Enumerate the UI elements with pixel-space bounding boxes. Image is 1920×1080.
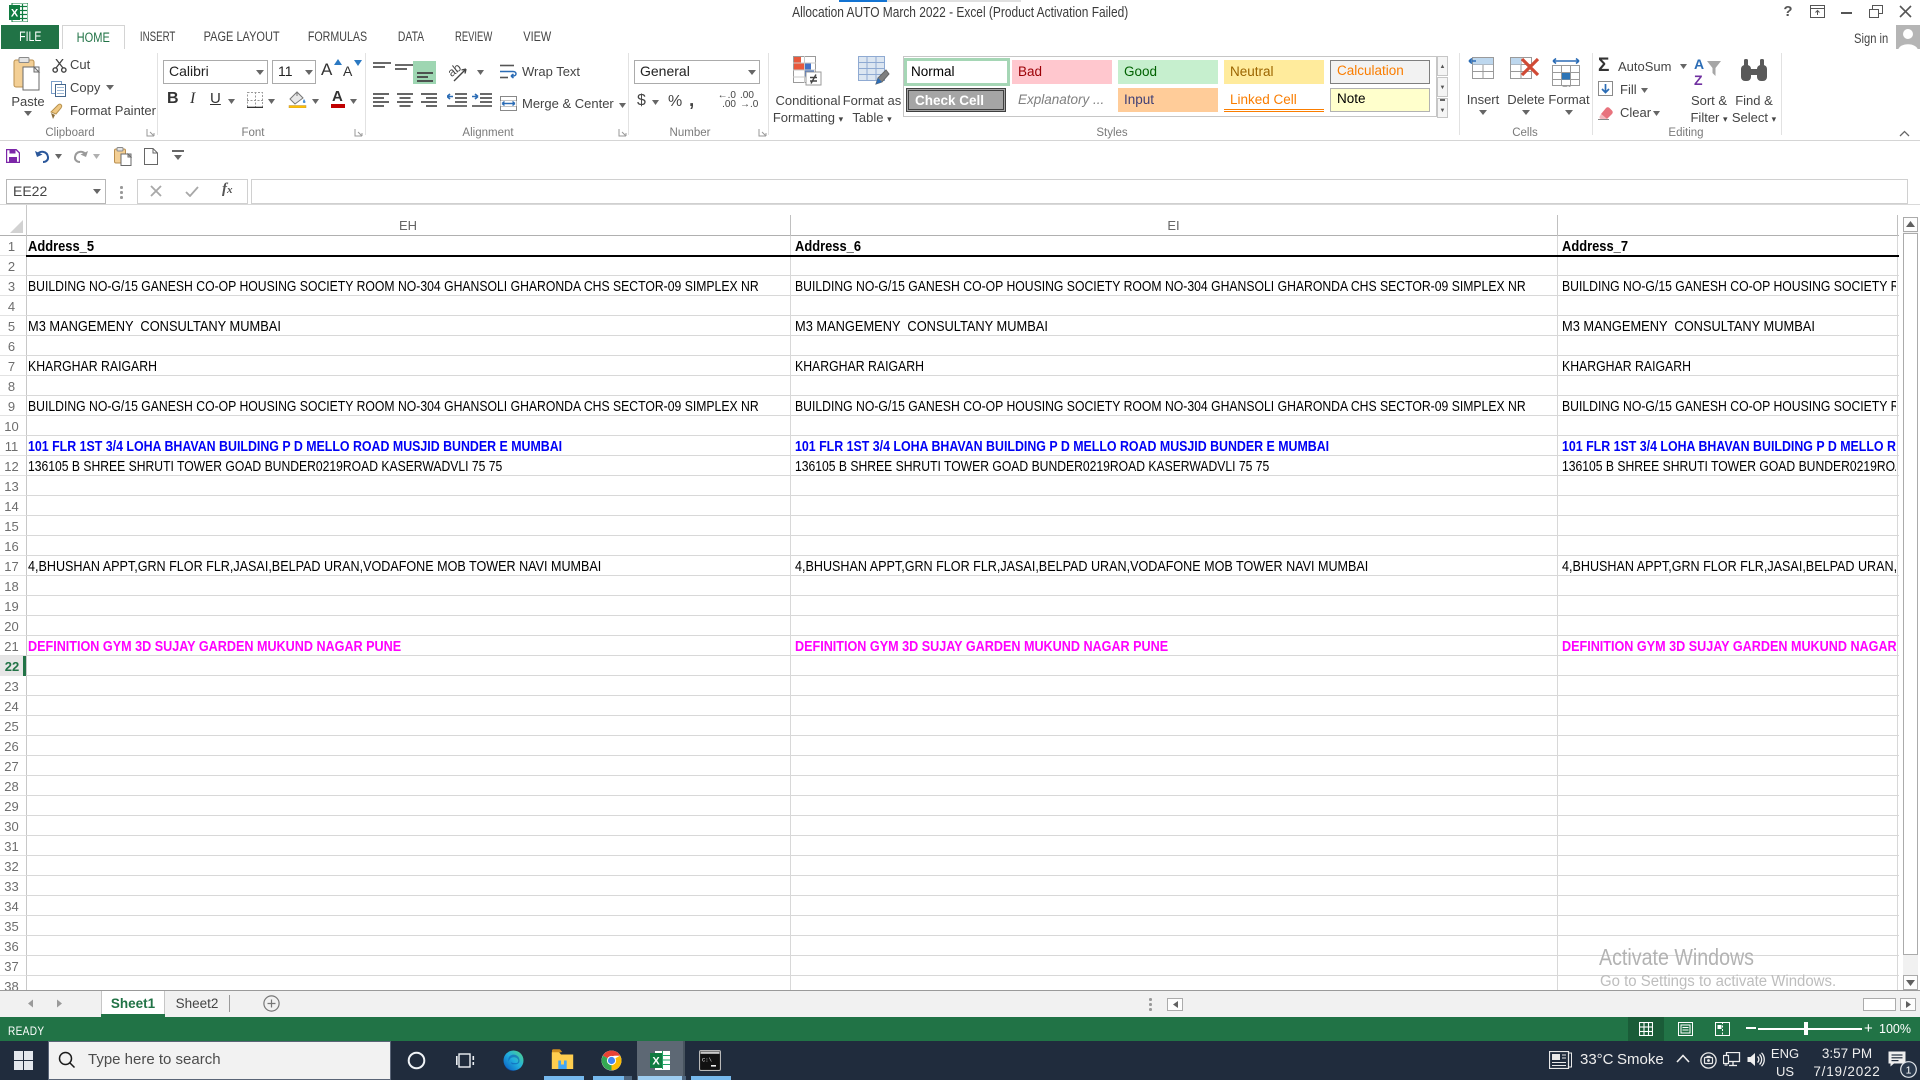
svg-text:1: 1 <box>1906 1064 1912 1076</box>
svg-text:X: X <box>11 8 19 20</box>
svg-text:Z: Z <box>1694 72 1703 88</box>
svg-text:X: X <box>652 1056 660 1068</box>
svg-text:A: A <box>1694 56 1704 72</box>
svg-text:C:\: C:\ <box>702 1057 712 1064</box>
svg-text:ab: ab <box>449 62 464 80</box>
